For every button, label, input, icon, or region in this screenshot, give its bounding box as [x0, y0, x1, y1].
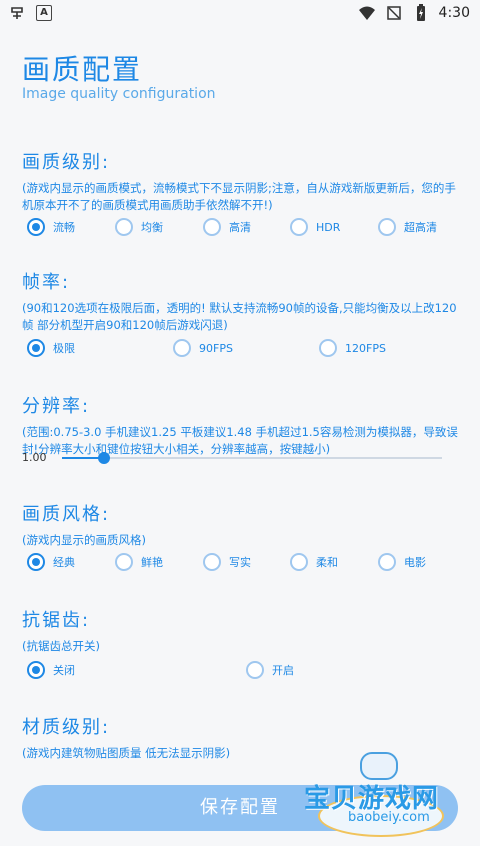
radio-unselected-icon	[290, 218, 308, 236]
quality-option-smooth[interactable]: 流畅	[27, 218, 75, 236]
quality-option-hd[interactable]: 高清	[203, 218, 251, 236]
style-option-vivid[interactable]: 鲜艳	[115, 553, 163, 571]
radio-label: HDR	[316, 220, 341, 234]
radio-label: 电影	[404, 556, 426, 569]
radio-label: 鲜艳	[141, 556, 163, 569]
style-option-movie[interactable]: 电影	[378, 553, 426, 571]
antialias-title: 抗锯齿:	[22, 610, 91, 631]
framerate-option-extreme[interactable]: 极限	[27, 339, 75, 357]
radio-selected-icon	[27, 339, 45, 357]
resolution-slider[interactable]	[62, 452, 442, 464]
radio-label: 开启	[272, 664, 294, 677]
radio-label: 均衡	[141, 221, 163, 234]
watermark-url: baobeiy.com	[348, 810, 430, 825]
quality-option-hdr[interactable]: HDR	[290, 218, 340, 236]
framerate-options: 极限 90FPS 120FPS	[27, 339, 457, 361]
quality-option-balanced[interactable]: 均衡	[115, 218, 163, 236]
radio-selected-icon	[27, 661, 45, 679]
radio-unselected-icon	[203, 218, 221, 236]
wifi-icon	[358, 4, 376, 22]
radio-unselected-icon	[319, 339, 337, 357]
resolution-section: 分辨率: (范围:0.75-3.0 手机建议1.25 平板建议1.48 手机超过…	[22, 392, 462, 458]
style-desc: (游戏内显示的画质风格)	[22, 533, 146, 547]
page-title: 画质配置	[22, 53, 143, 86]
style-option-realistic[interactable]: 写实	[203, 553, 251, 571]
radio-label: 极限	[53, 342, 75, 355]
radio-selected-icon	[27, 218, 45, 236]
style-title: 画质风格:	[22, 504, 111, 525]
style-section: 画质风格: (游戏内显示的画质风格)	[22, 500, 462, 549]
page-subtitle: Image quality configuration	[22, 86, 216, 102]
style-option-soft[interactable]: 柔和	[290, 553, 338, 571]
quality-option-uhd[interactable]: 超高清	[378, 218, 437, 236]
framerate-option-120fps[interactable]: 120FPS	[319, 339, 386, 357]
resolution-desc: (范围:0.75-3.0 手机建议1.25 平板建议1.48 手机超过1.5容易…	[22, 425, 458, 456]
radio-unselected-icon	[203, 553, 221, 571]
framerate-desc: (90和120选项在极限后面，透明的! 默认支持流畅90帧的设备,只能均衡及以上…	[22, 301, 457, 332]
radio-unselected-icon	[115, 553, 133, 571]
status-right-icons: 4:30	[358, 4, 470, 22]
antialias-option-off[interactable]: 关闭	[27, 661, 75, 679]
framerate-option-90fps[interactable]: 90FPS	[173, 339, 233, 357]
radio-unselected-icon	[246, 661, 264, 679]
radio-label: 经典	[53, 556, 75, 569]
radio-selected-icon	[27, 553, 45, 571]
antialias-desc: (抗锯齿总开关)	[22, 639, 100, 653]
quality-options: 流畅 均衡 高清 HDR 超高清	[27, 218, 457, 240]
style-option-classic[interactable]: 经典	[27, 553, 75, 571]
status-time: 4:30	[438, 5, 470, 21]
radio-label: 120FPS	[345, 341, 386, 355]
quality-section: 画质级别: (游戏内显示的画质模式，流畅模式下不显示阴影;注意，自从游戏新版更新…	[22, 148, 462, 214]
gamepad-icon	[360, 752, 398, 780]
resolution-value: 1.00	[22, 451, 47, 464]
status-left-icons: A	[8, 4, 52, 22]
battery-charging-icon	[412, 4, 430, 22]
a-badge-icon: A	[36, 5, 52, 21]
radio-label: 流畅	[53, 221, 75, 234]
radio-label: 高清	[229, 221, 251, 234]
status-bar: A 4:30	[0, 0, 480, 28]
radio-unselected-icon	[115, 218, 133, 236]
radio-label: 90FPS	[199, 341, 233, 355]
framerate-section: 帧率: (90和120选项在极限后面，透明的! 默认支持流畅90帧的设备,只能均…	[22, 268, 462, 334]
radio-label: 超高清	[404, 221, 437, 234]
antialias-options: 关闭 开启	[27, 661, 457, 683]
radio-label: 写实	[229, 556, 251, 569]
quality-title: 画质级别:	[22, 152, 111, 173]
radio-label: 柔和	[316, 556, 338, 569]
watermark-logo: 宝贝游戏网 baobeiy.com	[300, 750, 450, 840]
framerate-title: 帧率:	[22, 272, 71, 293]
antialias-section: 抗锯齿: (抗锯齿总开关)	[22, 606, 462, 655]
resolution-title: 分辨率:	[22, 396, 91, 417]
radio-label: 关闭	[53, 664, 75, 677]
quality-desc: (游戏内显示的画质模式，流畅模式下不显示阴影;注意，自从游戏新版更新后，您的手机…	[22, 181, 456, 212]
material-title: 材质级别:	[22, 717, 111, 738]
radio-unselected-icon	[173, 339, 191, 357]
slider-thumb[interactable]	[97, 452, 110, 464]
radio-unselected-icon	[290, 553, 308, 571]
no-signal-icon	[385, 4, 403, 22]
app-icon	[8, 4, 26, 22]
antialias-option-on[interactable]: 开启	[246, 661, 294, 679]
radio-unselected-icon	[378, 218, 396, 236]
radio-unselected-icon	[378, 553, 396, 571]
style-options: 经典 鲜艳 写实 柔和 电影	[27, 553, 457, 575]
